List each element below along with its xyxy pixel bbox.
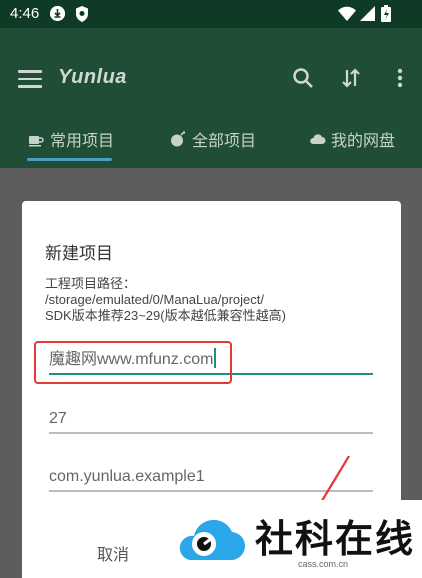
cloud-logo-icon <box>176 508 248 575</box>
search-icon[interactable] <box>291 66 315 90</box>
dialog-description: 工程项目路径： /storage/emulated/0/ManaLua/proj… <box>45 276 286 323</box>
tab-label: 我的网盘 <box>331 133 396 150</box>
package-name-value: com.yunlua.example1 <box>49 468 205 485</box>
more-options-icon[interactable] <box>388 66 412 90</box>
tab-indicator <box>27 158 112 161</box>
tab-my-netdisk[interactable]: 我的网盘 <box>309 126 395 152</box>
watermark: 社科在线 cass.com.cn <box>170 500 422 578</box>
field-underline <box>49 432 373 434</box>
sort-icon[interactable] <box>339 66 363 90</box>
shield-icon <box>75 6 89 27</box>
cancel-button[interactable]: 取消 <box>97 541 129 565</box>
status-time: 4:46 <box>10 5 40 22</box>
watermark-text: 社科在线 <box>255 517 416 561</box>
tab-label: 常用项目 <box>50 133 115 150</box>
tab-all-projects[interactable]: 全部项目 <box>170 126 256 152</box>
highlight-box <box>34 341 232 384</box>
tab-label: 全部项目 <box>192 133 257 150</box>
wifi-icon <box>338 6 356 26</box>
sdk-version-field[interactable]: 27 <box>49 406 373 434</box>
watermark-sub: cass.com.cn <box>298 559 349 569</box>
bomb-icon <box>170 131 186 147</box>
tab-common-projects[interactable]: 常用项目 <box>28 126 114 152</box>
signal-icon <box>360 6 375 26</box>
coffee-icon <box>28 131 44 147</box>
app-title: Yunlua <box>58 66 127 88</box>
dialog-title: 新建项目 <box>45 244 113 263</box>
app-bar: Yunlua 常用项目 全部项目 我的网盘 <box>0 28 422 168</box>
battery-icon <box>381 5 391 27</box>
menu-icon[interactable] <box>18 70 42 88</box>
cloud-icon <box>309 131 326 147</box>
status-bar: 4:46 <box>0 0 422 28</box>
sdk-version-value: 27 <box>49 410 67 427</box>
download-icon <box>50 6 65 21</box>
